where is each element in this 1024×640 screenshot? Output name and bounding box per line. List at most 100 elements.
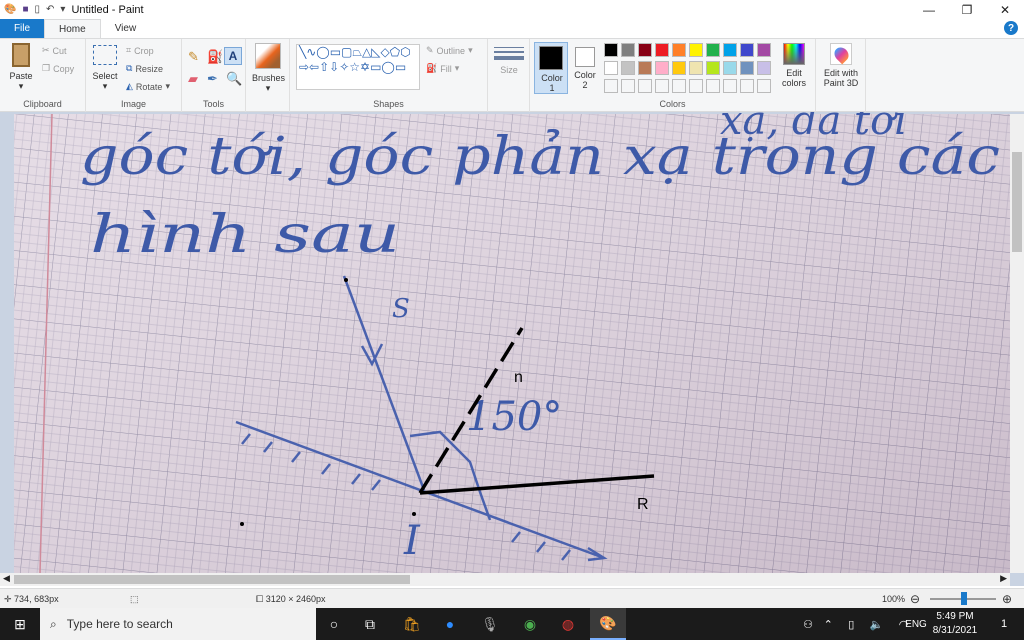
custom-color-slot[interactable] — [655, 79, 669, 93]
palette-swatch[interactable] — [689, 43, 703, 57]
palette-swatch[interactable] — [655, 61, 669, 75]
custom-color-slot[interactable] — [723, 79, 737, 93]
palette-swatch[interactable] — [757, 43, 771, 57]
custom-color-slot[interactable] — [621, 79, 635, 93]
palette-swatch[interactable] — [638, 43, 652, 57]
custom-color-slot[interactable] — [740, 79, 754, 93]
notification-icon[interactable]: 1 — [986, 608, 1022, 640]
chrome-icon[interactable]: ◉ — [512, 608, 548, 640]
crop-button[interactable]: ⌗ Crop — [126, 45, 154, 56]
palette-swatch[interactable] — [723, 43, 737, 57]
palette-swatch[interactable] — [706, 43, 720, 57]
paint-taskbar-icon[interactable]: 🎨 — [590, 608, 626, 640]
edit-colors-button[interactable]: Edit colors — [776, 43, 812, 88]
cursor-position: ✛ 734, 683px — [4, 594, 59, 604]
palette-swatch[interactable] — [706, 61, 720, 75]
palette-swatch[interactable] — [689, 61, 703, 75]
app-icon[interactable]: ◍ — [550, 608, 586, 640]
palette-swatch[interactable] — [723, 61, 737, 75]
magnifier-icon[interactable]: 🔍 — [226, 71, 242, 87]
brushes-button[interactable]: Brushes ▾ — [252, 43, 285, 94]
tab-file[interactable]: File — [0, 19, 44, 38]
handwriting-line2: hình sau — [90, 205, 400, 265]
fill-bucket-icon[interactable]: ⛽ — [207, 49, 223, 65]
tab-view[interactable]: View — [101, 19, 151, 38]
vertical-scroll-thumb[interactable] — [1012, 152, 1022, 252]
palette-swatch[interactable] — [604, 61, 618, 75]
windows-start-icon[interactable]: ⊞ — [2, 608, 38, 640]
color1-swatch — [539, 46, 563, 70]
battery-icon[interactable]: ▯ — [848, 618, 854, 631]
palette-swatch[interactable] — [757, 61, 771, 75]
paint3d-icon — [830, 43, 852, 65]
rotate-button[interactable]: ◭ Rotate ▾ — [126, 81, 170, 92]
palette-swatch[interactable] — [621, 61, 635, 75]
brushes-group: Brushes ▾ — [246, 39, 290, 112]
zoom-out-button[interactable]: ⊖ — [910, 592, 920, 606]
taskbar: ⊞ ⌕ Type here to search ○ ⧉ 🛍 ● 🎙 ◉ ◍ 🎨 ⚇… — [0, 608, 1024, 640]
custom-color-slot[interactable] — [689, 79, 703, 93]
horizontal-scroll-thumb[interactable] — [14, 575, 410, 584]
outline-button[interactable]: ✎ Outline ▾ — [426, 45, 473, 56]
zoom-in-button[interactable]: ⊕ — [1002, 592, 1012, 606]
resize-button[interactable]: ⧉ Resize — [126, 63, 163, 74]
text-tool-icon[interactable]: A — [224, 47, 242, 65]
palette-swatch[interactable] — [604, 43, 618, 57]
undo-icon[interactable]: ↶ — [46, 4, 54, 15]
paste-button[interactable]: Paste ▾ — [6, 43, 36, 92]
maximize-button[interactable]: ❐ — [948, 0, 986, 19]
customize-dropdown-icon[interactable]: ▾ — [60, 4, 65, 15]
scroll-left-arrow[interactable]: ◀ — [3, 573, 10, 584]
copy-button[interactable]: ❐ Copy — [42, 63, 74, 74]
volume-icon[interactable]: 🔈 — [870, 618, 884, 631]
custom-color-slot[interactable] — [757, 79, 771, 93]
palette-swatch[interactable] — [672, 43, 686, 57]
palette-swatch[interactable] — [621, 43, 635, 57]
chevron-up-icon[interactable]: ⌃ — [824, 618, 833, 631]
close-button[interactable]: ✕ — [986, 0, 1024, 19]
zoom-app-icon[interactable]: ● — [432, 608, 468, 640]
clock[interactable]: 5:49 PM 8/31/2021 — [930, 610, 980, 638]
eraser-icon[interactable]: ▰ — [188, 71, 198, 87]
recorder-icon[interactable]: 🎙 — [472, 608, 508, 640]
edit-with-paint3d-button[interactable]: Edit with Paint 3D — [818, 43, 864, 88]
zoom-slider-thumb[interactable] — [961, 592, 967, 605]
task-view-icon[interactable]: ⧉ — [352, 608, 388, 640]
language-indicator[interactable]: ENG — [898, 608, 934, 640]
ribbon: Paste ▾ ✂ Cut ❐ Copy Clipboard Select ▾ ⌗ Cro… — [0, 38, 1024, 112]
handwriting-line1b: xạ, đã tới — [720, 112, 907, 144]
help-button[interactable]: ? — [1004, 21, 1018, 35]
store-icon[interactable]: 🛍 — [394, 608, 430, 640]
status-bar: ✛ 734, 683px ⬚ ⧠ 3120 × 2460px 100% ⊖ ⊕ — [0, 588, 1024, 608]
taskbar-search[interactable]: ⌕ Type here to search — [40, 608, 316, 640]
palette-swatch[interactable] — [638, 61, 652, 75]
zoom-slider[interactable] — [930, 592, 996, 605]
new-icon[interactable]: ▯ — [35, 4, 41, 15]
custom-color-slot[interactable] — [672, 79, 686, 93]
size-button[interactable]: Size — [494, 45, 524, 75]
custom-color-slot[interactable] — [638, 79, 652, 93]
color1-button[interactable]: Color 1 — [534, 42, 568, 94]
canvas-image[interactable]: góc tới, góc phản xạ trong các xạ, đã tớ… — [0, 112, 1024, 586]
horizontal-scrollbar[interactable]: ◀ ▶ — [0, 573, 1010, 586]
minimize-button[interactable]: — — [910, 0, 948, 19]
color-picker-icon[interactable]: ✒ — [207, 71, 218, 87]
custom-color-slot[interactable] — [706, 79, 720, 93]
shapes-gallery[interactable]: ╲∿◯▭▢⏢△◺◇⬠⬡⇨⇦⇧⇩✧☆✡▭◯▭ — [296, 44, 420, 90]
palette-swatch[interactable] — [655, 43, 669, 57]
select-icon — [93, 45, 117, 65]
color2-button[interactable]: Color 2 — [570, 42, 600, 90]
vertical-scrollbar[interactable] — [1010, 114, 1024, 573]
palette-swatch[interactable] — [740, 61, 754, 75]
scroll-right-arrow[interactable]: ▶ — [1000, 573, 1007, 584]
tab-home[interactable]: Home — [44, 19, 101, 38]
select-button[interactable]: Select ▾ — [90, 45, 120, 92]
palette-swatch[interactable] — [672, 61, 686, 75]
fill-button[interactable]: ⛽ Fill ▾ — [426, 63, 459, 74]
palette-swatch[interactable] — [740, 43, 754, 57]
custom-color-slot[interactable] — [604, 79, 618, 93]
cortana-icon[interactable]: ○ — [316, 608, 352, 640]
pencil-icon[interactable]: ✎ — [188, 49, 199, 65]
cut-button[interactable]: ✂ Cut — [42, 45, 67, 56]
save-icon[interactable]: ■ — [22, 4, 28, 15]
